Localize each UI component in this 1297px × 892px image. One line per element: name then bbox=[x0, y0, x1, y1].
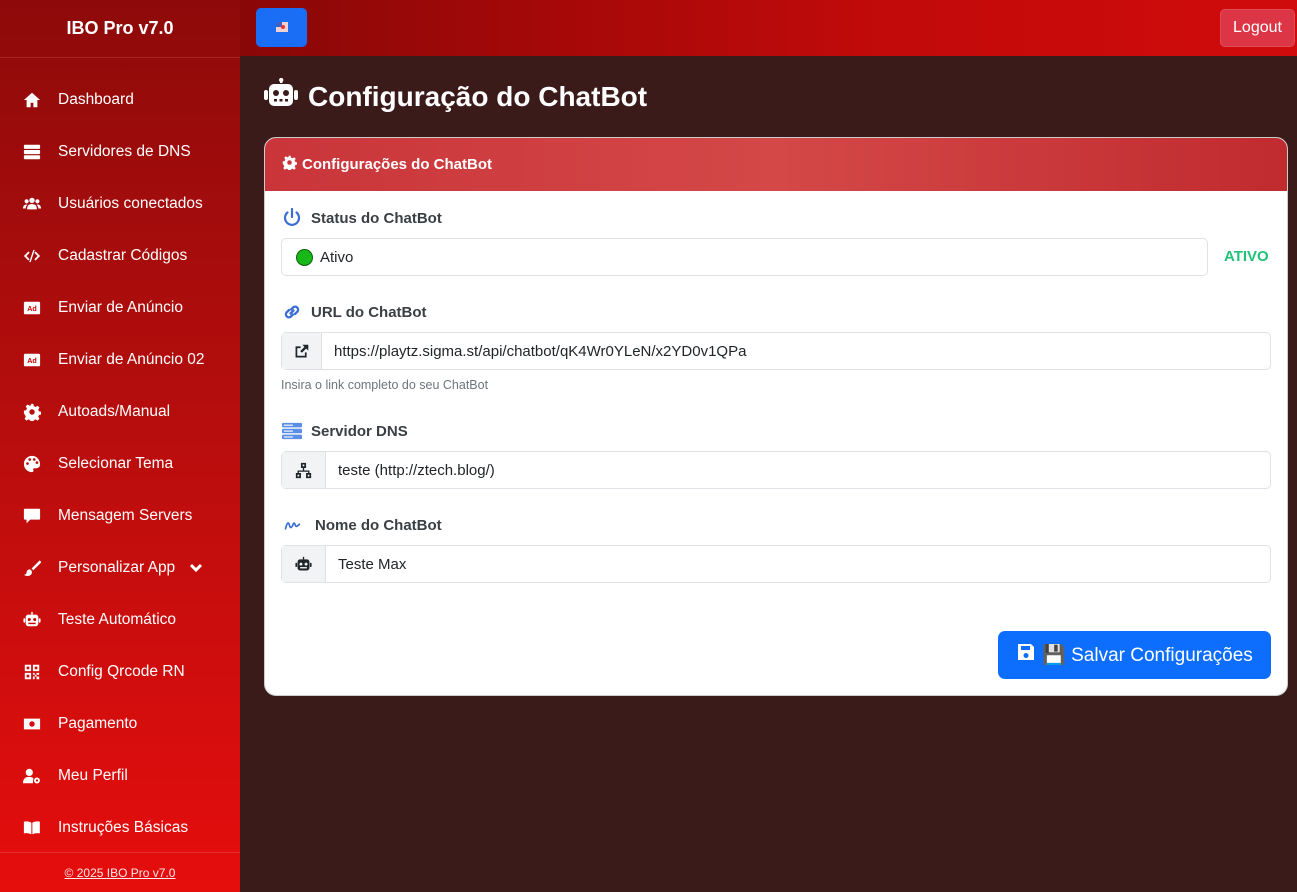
sidebar-item-label: Meu Perfil bbox=[58, 767, 128, 784]
sidebar-item-select-theme[interactable]: Selecionar Tema bbox=[0, 438, 240, 490]
sidebar-item-auto-test[interactable]: Teste Automático bbox=[0, 594, 240, 646]
sidebar-item-label: Dashboard bbox=[58, 91, 134, 108]
page-title: Configuração do ChatBot bbox=[264, 77, 648, 115]
status-dot-icon bbox=[296, 248, 313, 266]
sidebar-footer-link[interactable]: © 2025 IBO Pro v7.0 bbox=[0, 852, 240, 892]
link-icon bbox=[281, 301, 303, 323]
sidebar-item-connected-users[interactable]: Usuários conectados bbox=[0, 178, 240, 230]
sidebar-item-label: Teste Automático bbox=[58, 611, 177, 628]
url-input-group: https://playtz.sigma.st/api/chatbot/qK4W… bbox=[281, 332, 1271, 370]
code-icon bbox=[22, 246, 42, 266]
brush-icon bbox=[22, 558, 42, 578]
comment-icon bbox=[22, 506, 42, 526]
url-input[interactable]: https://playtz.sigma.st/api/chatbot/qK4W… bbox=[322, 333, 1270, 369]
sidebar-item-autoads[interactable]: Autoads/Manual bbox=[0, 386, 240, 438]
save-icon bbox=[1016, 642, 1042, 668]
sidebar-item-payment[interactable]: Pagamento bbox=[0, 698, 240, 750]
topbar: Logout bbox=[240, 0, 1297, 56]
sidebar-item-label: Config Qrcode RN bbox=[58, 663, 185, 680]
status-badge: ATIVO bbox=[1224, 248, 1269, 265]
dns-label: Servidor DNS bbox=[281, 420, 408, 442]
external-link-icon bbox=[282, 333, 322, 369]
qrcode-icon bbox=[22, 662, 42, 682]
sidebar-item-basic-instructions[interactable]: Instruções Básicas bbox=[0, 802, 240, 854]
status-select[interactable]: Ativo bbox=[281, 238, 1208, 276]
save-button-label: 💾 Salvar Configurações bbox=[1042, 645, 1253, 666]
page-title-text: Configuração do ChatBot bbox=[308, 80, 648, 112]
sidebar-item-label: Mensagem Servers bbox=[58, 507, 193, 524]
sidebar-item-customize-app[interactable]: Personalizar App bbox=[0, 542, 240, 594]
cog-icon bbox=[282, 155, 302, 174]
sidebar-item-register-codes[interactable]: Cadastrar Códigos bbox=[0, 230, 240, 282]
sidebar-item-label: Enviar de Anúncio 02 bbox=[58, 351, 205, 368]
status-label: Status do ChatBot bbox=[281, 207, 442, 229]
sidebar-item-label: Personalizar App bbox=[58, 559, 176, 576]
name-label: Nome do ChatBot bbox=[281, 514, 442, 536]
sidebar-item-send-ad-02[interactable]: Ad Enviar de Anúncio 02 bbox=[0, 334, 240, 386]
ad-icon: Ad bbox=[22, 350, 42, 370]
svg-text:Ad: Ad bbox=[27, 356, 37, 365]
card-header-title: Configurações do ChatBot bbox=[302, 156, 492, 173]
sidebar: IBO Pro v7.0 Dashboard Servidores de DNS… bbox=[0, 0, 240, 892]
sidebar-item-send-ad[interactable]: Ad Enviar de Anúncio bbox=[0, 282, 240, 334]
signature-icon bbox=[281, 514, 307, 536]
user-cog-icon bbox=[22, 766, 42, 786]
robot-icon bbox=[282, 546, 326, 582]
url-label: URL do ChatBot bbox=[281, 301, 427, 323]
server-icon bbox=[281, 420, 303, 442]
sidebar-item-label: Enviar de Anúncio bbox=[58, 299, 183, 316]
sidebar-nav: Dashboard Servidores de DNS Usuários con… bbox=[0, 74, 240, 854]
sidebar-item-label: Selecionar Tema bbox=[58, 455, 174, 472]
chevron-down-icon[interactable] bbox=[189, 561, 203, 575]
card-header: Configurações do ChatBot bbox=[265, 138, 1287, 191]
book-icon bbox=[22, 818, 42, 838]
dns-select-group: teste (http://ztech.blog/) bbox=[281, 451, 1271, 489]
sidebar-item-dashboard[interactable]: Dashboard bbox=[0, 74, 240, 126]
network-icon bbox=[282, 452, 326, 488]
palette-icon bbox=[22, 454, 42, 474]
sidebar-item-my-profile[interactable]: Meu Perfil bbox=[0, 750, 240, 802]
users-icon bbox=[22, 194, 42, 214]
chatbot-settings-card: Configurações do ChatBot Status do ChatB… bbox=[264, 137, 1288, 696]
chatbot-name-input[interactable]: Teste Max bbox=[326, 546, 1270, 582]
robot-icon bbox=[264, 77, 308, 115]
dns-select[interactable]: teste (http://ztech.blog/) bbox=[326, 452, 1270, 488]
robot-icon bbox=[22, 610, 42, 630]
home-icon bbox=[22, 90, 42, 110]
sidebar-item-label: Pagamento bbox=[58, 715, 138, 732]
sidebar-item-dns-servers[interactable]: Servidores de DNS bbox=[0, 126, 240, 178]
cog-icon bbox=[22, 402, 42, 422]
money-icon bbox=[22, 714, 42, 734]
save-settings-button[interactable]: 💾 Salvar Configurações bbox=[998, 631, 1271, 679]
sidebar-item-label: Instruções Básicas bbox=[58, 819, 189, 836]
sidebar-item-label: Servidores de DNS bbox=[58, 143, 191, 160]
svg-text:Ad: Ad bbox=[27, 304, 37, 313]
app-brand: IBO Pro v7.0 bbox=[0, 0, 240, 58]
name-input-group: Teste Max bbox=[281, 545, 1271, 583]
sidebar-item-message-servers[interactable]: Mensagem Servers bbox=[0, 490, 240, 542]
sidebar-item-label: Autoads/Manual bbox=[58, 403, 171, 420]
sidebar-item-qrcode[interactable]: Config Qrcode RN bbox=[0, 646, 240, 698]
language-button[interactable] bbox=[256, 8, 307, 47]
sidebar-item-label: Usuários conectados bbox=[58, 195, 203, 212]
sidebar-item-label: Cadastrar Códigos bbox=[58, 247, 188, 264]
power-icon bbox=[281, 207, 303, 229]
logout-button[interactable]: Logout bbox=[1220, 9, 1295, 47]
ad-icon: Ad bbox=[22, 298, 42, 318]
url-help-text: Insira o link completo do seu ChatBot bbox=[281, 378, 489, 392]
flag-icon bbox=[275, 19, 288, 37]
server-icon bbox=[22, 142, 42, 162]
status-select-value: Ativo bbox=[320, 248, 354, 266]
